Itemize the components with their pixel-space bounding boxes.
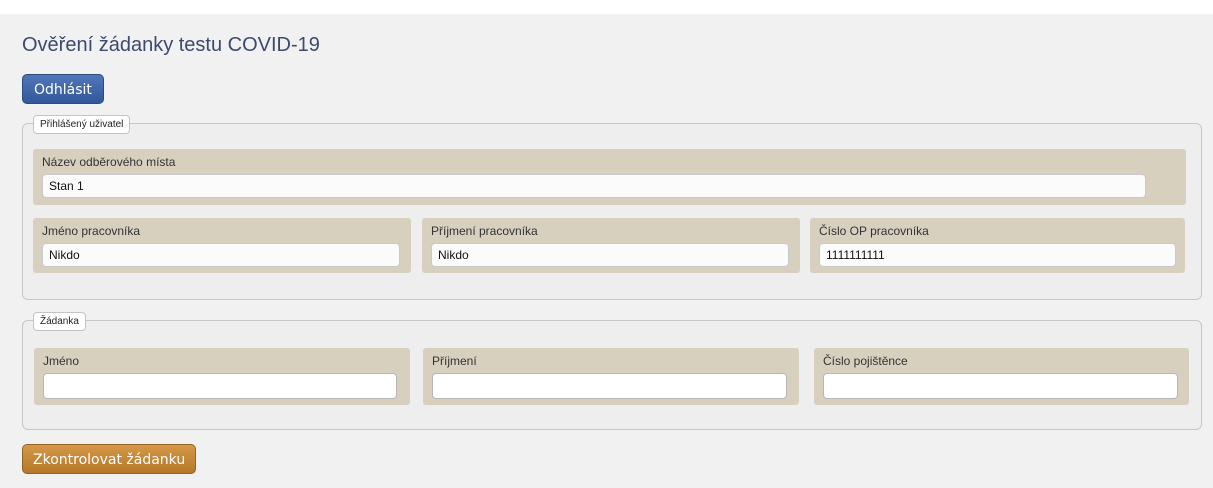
worker-id-label: Číslo OP pracovníka (819, 224, 929, 238)
site-name-panel: Název odběrového místa Stan 1 (33, 149, 1186, 205)
worker-first-name-field[interactable]: Nikdo (42, 243, 400, 267)
worker-first-name-label: Jméno pracovníka (42, 224, 141, 238)
worker-last-name-field[interactable]: Nikdo (431, 243, 789, 267)
insurance-number-input[interactable] (823, 373, 1178, 399)
logout-button[interactable]: Odhlásit (22, 74, 104, 104)
site-name-label: Název odběrového místa (42, 155, 176, 169)
worker-first-name-panel: Jméno pracovníka Nikdo (33, 218, 411, 273)
check-request-button[interactable]: Zkontrolovat žádanku (22, 444, 197, 474)
worker-id-panel: Číslo OP pracovníka 1111111111 (810, 218, 1185, 273)
logged-user-legend: Přihlášený uživatel (33, 115, 131, 134)
logged-user-fieldset: Přihlášený uživatel Název odběrového mís… (22, 115, 1202, 300)
worker-last-name-label: Příjmení pracovníka (431, 224, 538, 238)
insurance-number-label: Číslo pojištěnce (823, 354, 908, 368)
insurance-number-panel: Číslo pojištěnce (814, 348, 1189, 405)
last-name-input[interactable] (432, 373, 787, 399)
top-cut-strip (0, 0, 1213, 14)
worker-id-field[interactable]: 1111111111 (819, 243, 1176, 267)
last-name-label: Příjmení (432, 354, 477, 368)
first-name-input[interactable] (43, 373, 397, 399)
request-legend: Žádanka (33, 312, 86, 331)
page: Ověření žádanky testu COVID-19 Odhlásit … (0, 14, 1213, 488)
request-fieldset: Žádanka Jméno Příjmení Číslo pojištěnce (22, 312, 1202, 430)
page-title: Ověření žádanky testu COVID-19 (22, 34, 320, 56)
site-name-field[interactable]: Stan 1 (42, 174, 1146, 198)
worker-last-name-panel: Příjmení pracovníka Nikdo (422, 218, 800, 273)
last-name-panel: Příjmení (423, 348, 799, 405)
first-name-panel: Jméno (34, 348, 410, 405)
first-name-label: Jméno (43, 354, 80, 368)
